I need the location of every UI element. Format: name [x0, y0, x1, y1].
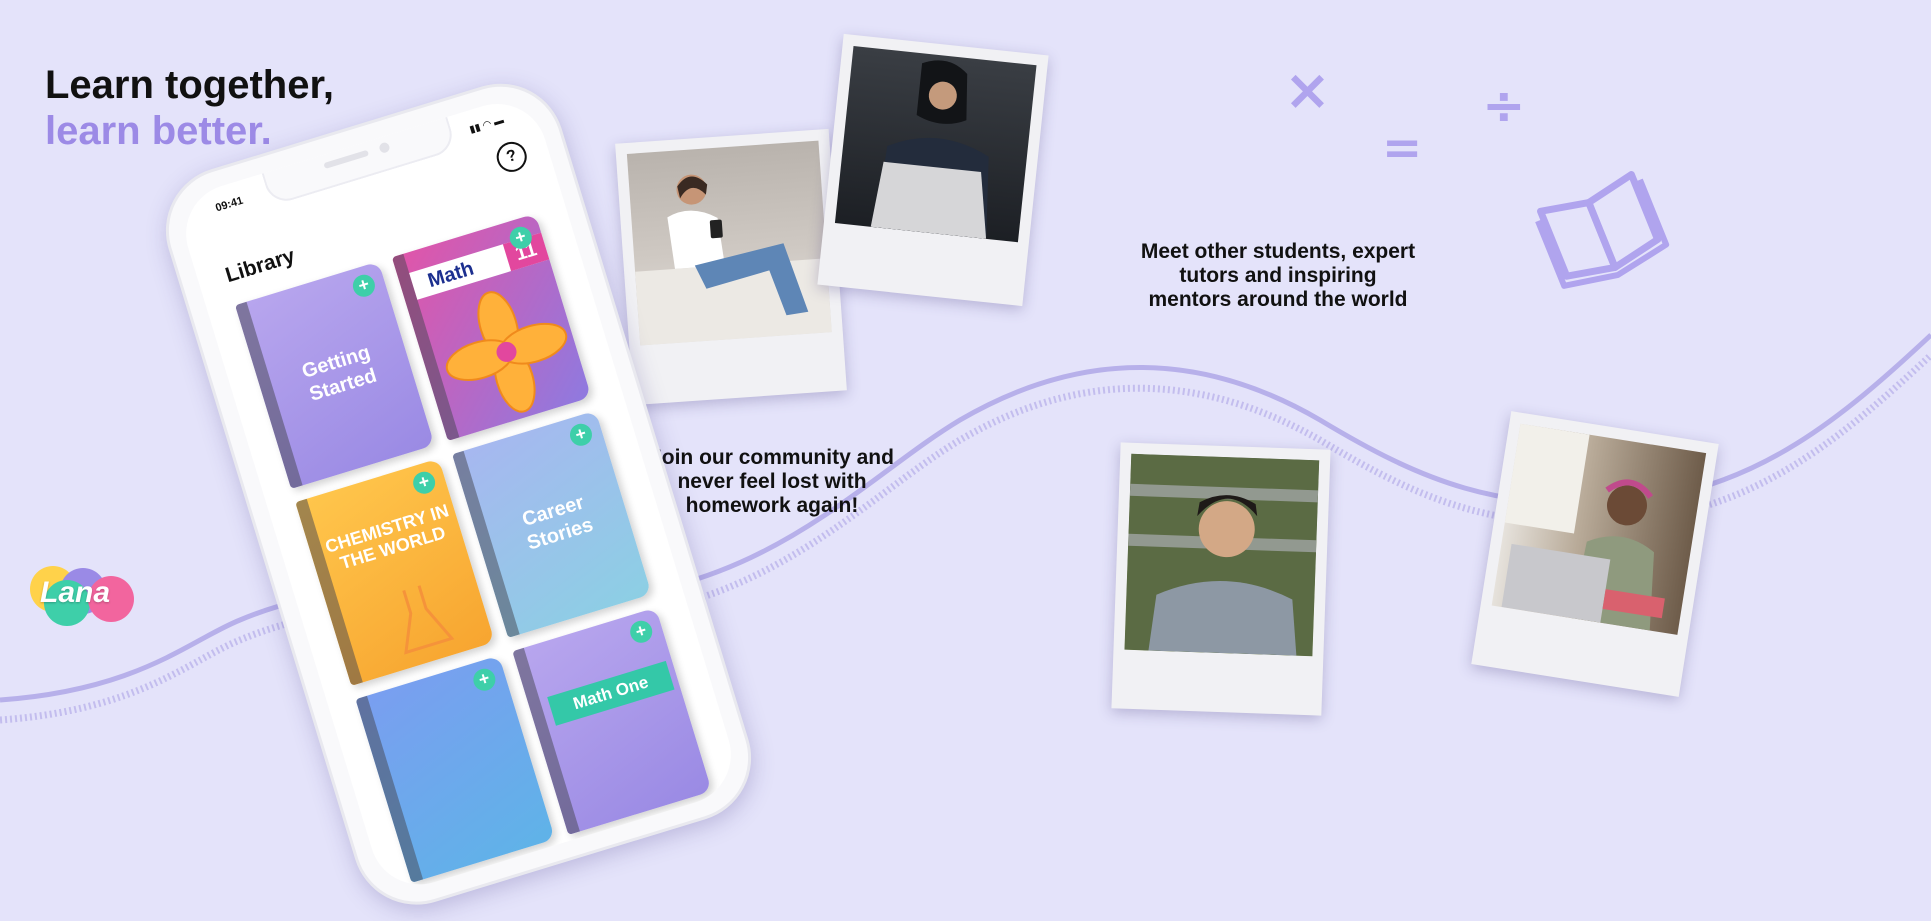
photo-student-couch — [626, 140, 832, 346]
book-title: Career Stories — [519, 491, 596, 555]
polaroid-photo-student-couch — [615, 128, 847, 406]
add-book-button[interactable]: + — [627, 618, 655, 646]
book-spine — [295, 498, 363, 686]
book-title: CHEMISTRY IN THE WORLD — [322, 500, 452, 574]
caption-meet-line-3: mentors around the world — [1148, 288, 1408, 311]
equals-icon: = — [1382, 120, 1423, 176]
library-title: Library — [222, 244, 298, 288]
polaroid-photo-student-laptop — [817, 33, 1049, 307]
caption-community-line-1: Join our community and — [650, 446, 894, 469]
caption-meet-line-1: Meet other students, expert — [1140, 240, 1416, 263]
book-title: Getting Started — [299, 341, 380, 406]
phone-speaker — [323, 149, 370, 169]
help-button[interactable]: ? — [492, 138, 531, 176]
plus-icon: + — [632, 619, 649, 642]
plus-icon: + — [572, 422, 589, 445]
photo-student-smiling — [1124, 453, 1320, 657]
plus-icon: + — [415, 470, 432, 493]
polaroid-photo-student-smiling — [1111, 442, 1331, 716]
book-title: Math One — [547, 660, 675, 726]
add-book-button[interactable]: + — [470, 665, 499, 694]
add-book-button[interactable]: + — [567, 421, 595, 449]
lana-logo: Lana — [30, 566, 140, 626]
multiply-icon: × — [1284, 58, 1331, 123]
help-icon: ? — [504, 146, 519, 166]
book-spine — [355, 695, 424, 883]
headline-line-1: Learn together, — [45, 63, 334, 107]
add-book-button[interactable]: + — [350, 271, 378, 300]
caption-meet-line-2: tutors and inspiring — [1179, 264, 1377, 287]
plus-icon: + — [512, 225, 529, 248]
add-book-button[interactable]: + — [410, 468, 438, 497]
open-book-icon — [1535, 171, 1670, 289]
phone-camera — [378, 141, 391, 154]
plus-icon: + — [476, 667, 493, 690]
divide-icon: ÷ — [1482, 76, 1526, 136]
headline: Learn together, learn better. — [45, 62, 334, 154]
status-time: 09:41 — [214, 194, 245, 215]
plus-icon: + — [355, 273, 372, 296]
photo-student-studying — [1491, 423, 1707, 635]
book-title — [390, 725, 516, 764]
polaroid-photo-student-studying — [1471, 411, 1719, 697]
flask-icon — [402, 585, 455, 655]
photo-student-laptop — [834, 46, 1037, 243]
status-icons: ▮▮ ◠ ▬ — [468, 114, 506, 136]
caption-meet: Meet other students, expert tutors and i… — [1118, 240, 1438, 312]
logo-wordmark: Lana — [40, 576, 111, 609]
